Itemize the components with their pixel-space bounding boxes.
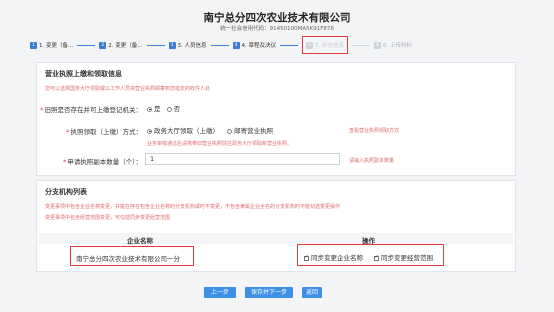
step-connector (210, 44, 229, 46)
radio-mail-license-label: 邮寄营业执照 (234, 127, 274, 135)
pickup-method-label-text: 执照领取（上缴）方式： (70, 128, 143, 136)
radio-yes[interactable] (147, 106, 152, 112)
step-4-label: 4. 章程及决议 (241, 43, 277, 49)
old-license-label: *旧照是否存在并可上缴登记机关： (40, 106, 143, 114)
pickup-method-radio-group: 政务大厅领取（上缴） 邮寄营业执照 (147, 125, 273, 135)
branch-row-company-cell: 南宁总分四次农业技术有限公司一分 (70, 246, 194, 266)
prev-button[interactable]: 上一步 (204, 287, 236, 298)
pickup-method-link[interactable]: 查看营业执照领取方式 (349, 127, 399, 134)
radio-hall-pickup-label: 政务大厅领取（上缴） (154, 127, 219, 135)
step-6-label: 6. 上传材料 (383, 43, 412, 49)
step-1[interactable]: 1 1. 变更（备... (30, 41, 73, 49)
branch-notice-2: 变更事项中包含经营范围变更，可勾选同步变更经营范围 (45, 215, 171, 221)
copy-count-input[interactable]: 1 (145, 153, 340, 165)
step-2-label: 2. 变更（备... (108, 43, 143, 49)
copy-count-label-text: 申请执照副本数量（个）： (67, 158, 142, 166)
step-6[interactable]: 6 6. 上传材料 (374, 41, 412, 49)
old-license-radio-group: 是 否 (147, 103, 180, 113)
step-1-label: 1. 变更（备... (39, 43, 74, 49)
radio-hall-pickup[interactable] (147, 128, 152, 134)
step-4[interactable]: 4 4. 章程及决议 (232, 41, 277, 49)
step-2-badge: 2 (99, 41, 107, 49)
radio-mail-license[interactable] (227, 128, 233, 134)
license-section-title: 营业执照上缴和领取信息 (45, 70, 122, 78)
sync-scope-option[interactable]: 同步变更经营范围 (374, 252, 433, 262)
step-3-badge: 3 (168, 41, 176, 49)
back-button[interactable]: 返回 (302, 287, 322, 298)
license-notice: 您可以选择国务大厅领取或以工作人员将营业执照邮寄到您指定的收件人处 (45, 86, 211, 92)
sync-scope-label: 同步变更经营范围 (381, 254, 433, 262)
sync-name-option[interactable]: 同步变更企业名称 (304, 252, 363, 262)
credit-code: 统一社会信用代码：91450100MA5K91F878 (220, 26, 334, 32)
sync-scope-checkbox[interactable] (374, 254, 379, 261)
step-4-badge: 4 (232, 41, 240, 49)
col-company-name: 企业名称 (127, 237, 153, 245)
step-connector (280, 44, 298, 46)
branch-table-header: 企业名称 操作 (39, 233, 513, 245)
branch-company-name: 南宁总分四次农业技术有限公司一分 (76, 255, 180, 263)
copy-count-label: *申请执照副本数量（个）： (63, 158, 142, 166)
branch-section-title: 分支机构列表 (45, 188, 87, 196)
copy-count-hint: 请输入执照副本数量 (349, 158, 395, 164)
branch-notice-1: 变更事项中包含企业名称变更，并能在存在包含企业名称的分支机构或时不变更，不包含隶… (45, 204, 341, 210)
sync-name-label: 同步变更企业名称 (311, 254, 363, 262)
pickup-method-label: *执照领取（上缴）方式： (66, 128, 143, 136)
step-1-badge: 1 (30, 41, 37, 49)
step-3[interactable]: 3 3. 人员信息 (168, 41, 207, 49)
pickup-note: 业务审核通过后请携带旧营业执照前往政务大厅领取新营业执照。 (147, 141, 293, 147)
save-next-button[interactable]: 保存并下一步 (245, 287, 293, 298)
step-2[interactable]: 2 2. 变更（备... (99, 41, 143, 49)
radio-no-label: 否 (173, 105, 181, 113)
sync-name-checkbox[interactable] (304, 254, 309, 261)
branch-row-action-cell: 同步变更企业名称 同步变更经营范围 (297, 244, 444, 266)
radio-yes-label: 是 (154, 105, 161, 113)
step-3-label: 3. 人员信息 (177, 43, 207, 49)
progress-steps: 1 1. 变更（备... 2 2. 变更（备... 3 3. 人员信息 4 4.… (30, 36, 530, 54)
step-connector (77, 44, 96, 46)
step-connector (352, 44, 370, 46)
old-license-label-text: 旧照是否存在并可上缴登记机关： (44, 106, 143, 114)
step-6-badge: 6 (374, 41, 381, 49)
radio-no[interactable] (166, 106, 172, 112)
step-5-current[interactable]: 5 5. 补充信息 (302, 36, 348, 54)
step-connector (146, 44, 165, 46)
license-panel: 营业执照上缴和领取信息 您可以选择国务大厅领取或以工作人员将营业执照邮寄到您指定… (36, 62, 516, 176)
step-5-label: 5. 补充信息 (315, 43, 344, 49)
company-title: 南宁总分四次农业技术有限公司 (203, 12, 351, 24)
step-5-badge: 5 (306, 41, 313, 49)
